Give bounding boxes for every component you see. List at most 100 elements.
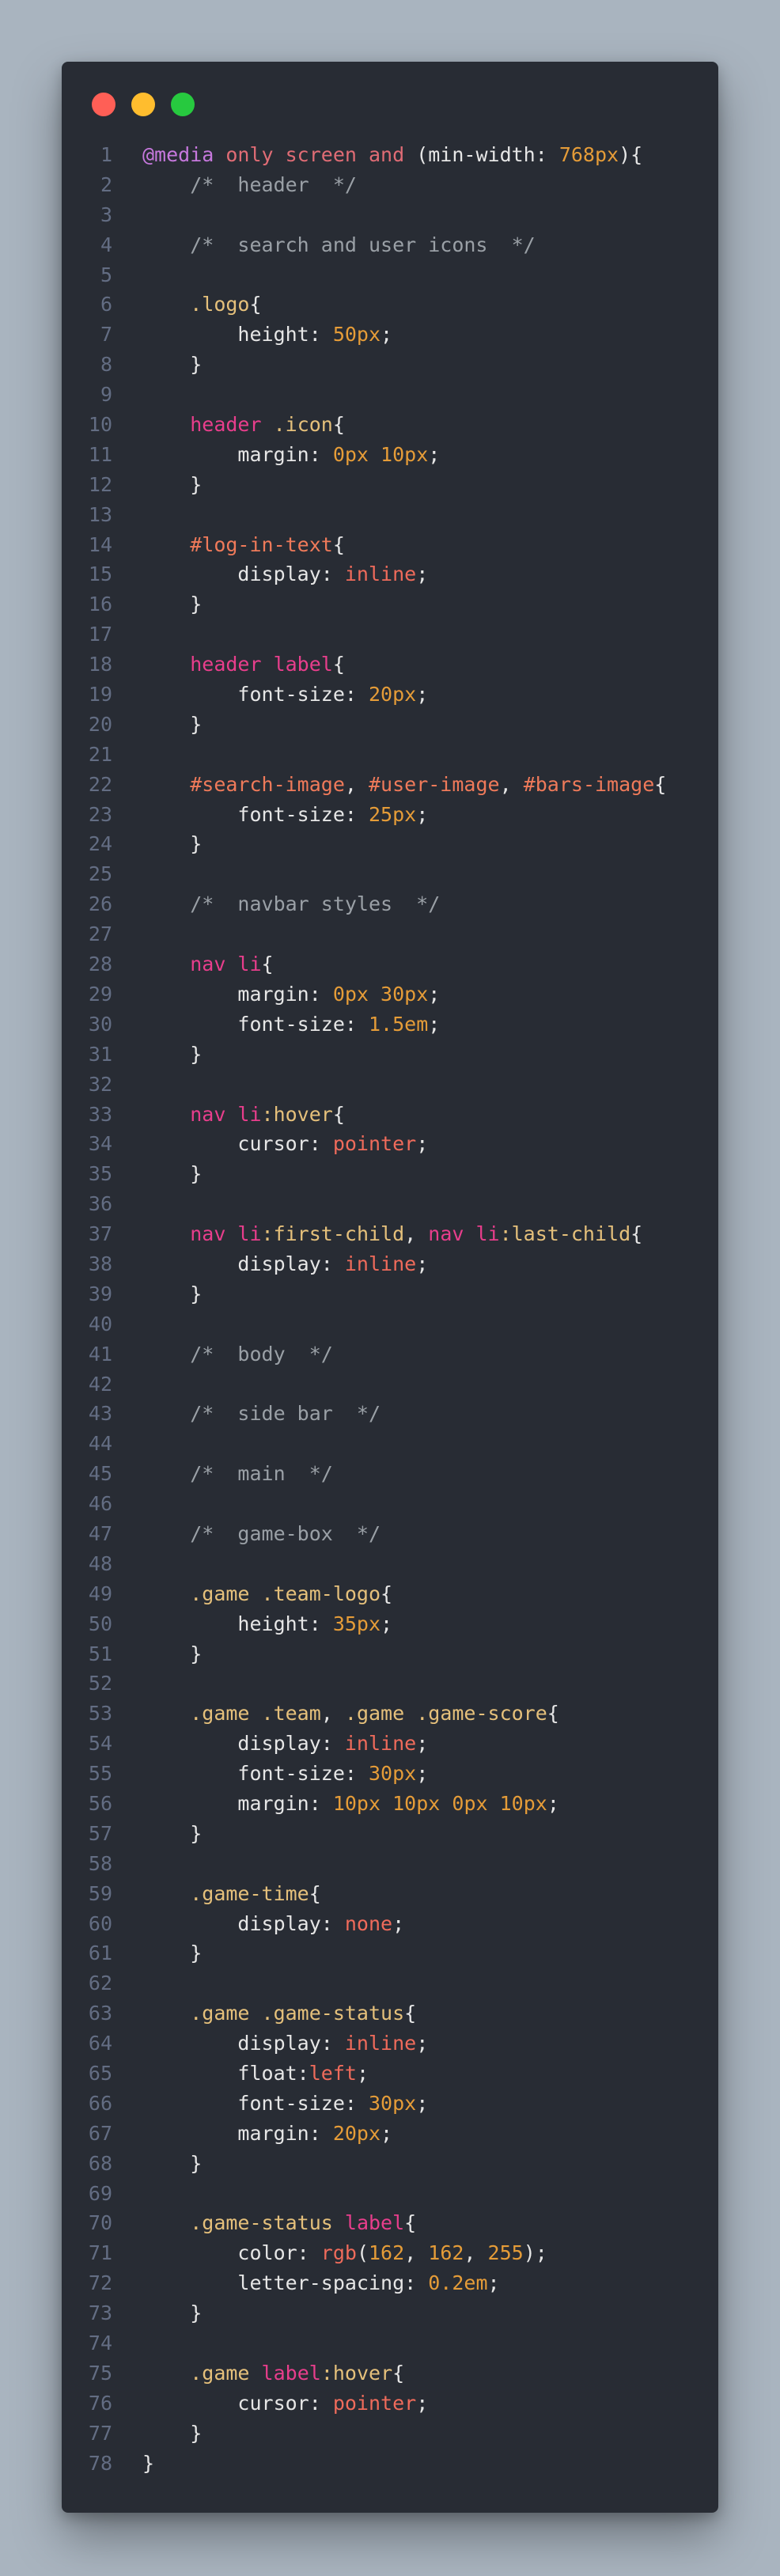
code-token-plain: { xyxy=(332,653,345,676)
line-number: 49 xyxy=(88,1582,112,1605)
code-token-plain: { xyxy=(332,413,345,437)
code-line: 1 @media only screen and (min-width: 768p… xyxy=(62,140,718,170)
line-code: font-size: 25px; xyxy=(142,800,428,830)
code-token-plain: } xyxy=(142,1282,203,1305)
code-line: 42 xyxy=(62,1369,718,1400)
line-number: 36 xyxy=(88,1192,112,1216)
line-code: /* navbar styles */ xyxy=(142,889,440,919)
line-number: 64 xyxy=(88,2032,112,2055)
line-number: 73 xyxy=(88,2301,112,2325)
code-token-plain: ; xyxy=(428,1012,441,1036)
code-line: 38 display: inline; xyxy=(62,1249,718,1279)
code-line: 77 } xyxy=(62,2419,718,2449)
line-number: 46 xyxy=(88,1492,112,1516)
line-code: margin: 20px; xyxy=(142,2119,392,2149)
code-line: 18 header label{ xyxy=(62,650,718,680)
line-code: } xyxy=(142,1639,202,1669)
code-line: 76 cursor: pointer; xyxy=(62,2388,718,2419)
code-line: 37 nav li:first-child, nav li:last-child… xyxy=(62,1219,718,1249)
line-number: 77 xyxy=(88,2421,112,2445)
close-window-button[interactable] xyxy=(92,93,115,116)
line-code: margin: 10px 10px 0px 10px; xyxy=(142,1789,558,1819)
code-token-value: none xyxy=(344,1911,393,1935)
code-token-at: @media xyxy=(142,143,214,166)
code-line: 66 font-size: 30px; xyxy=(62,2089,718,2119)
code-token-plain: ; xyxy=(416,683,429,707)
line-number: 13 xyxy=(88,502,112,526)
code-line: 60 display: none; xyxy=(62,1909,718,1939)
line-code: /* main */ xyxy=(142,1459,333,1489)
line-number: 24 xyxy=(88,832,112,856)
line-number: 69 xyxy=(88,2181,112,2205)
code-token-number: 30px xyxy=(368,2091,417,2115)
line-number: 60 xyxy=(88,1911,112,1935)
code-token-plain: ; xyxy=(428,982,441,1006)
line-code: } xyxy=(142,1159,202,1189)
line-number: 52 xyxy=(88,1672,112,1695)
line-code: height: 50px; xyxy=(142,320,392,350)
line-code: } xyxy=(142,2149,202,2179)
line-code: } xyxy=(142,1938,202,1968)
code-line: 21 xyxy=(62,740,718,770)
line-code: display: inline; xyxy=(142,1249,428,1279)
code-line: 22 #search-image, #user-image, #bars-ima… xyxy=(62,770,718,800)
code-line: 45 /* main */ xyxy=(62,1459,718,1489)
code-token-plain: margin: xyxy=(142,982,333,1006)
line-number: 47 xyxy=(88,1521,112,1545)
line-code: nav li{ xyxy=(142,949,273,979)
line-number: 42 xyxy=(88,1372,112,1396)
code-line: 26 /* navbar styles */ xyxy=(62,889,718,919)
maximize-window-button[interactable] xyxy=(171,93,195,116)
code-token-number: 0px xyxy=(332,982,369,1006)
code-token-plain: { xyxy=(392,2361,405,2385)
code-token-plain: } xyxy=(142,472,203,496)
code-token-plain: ; xyxy=(416,1132,429,1156)
line-code: cursor: pointer; xyxy=(142,2388,428,2419)
line-number: 28 xyxy=(88,953,112,976)
line-number: 71 xyxy=(88,2241,112,2265)
code-token-value: inline xyxy=(344,2032,417,2055)
line-number: 12 xyxy=(88,472,112,496)
minimize-window-button[interactable] xyxy=(131,93,155,116)
line-number: 4 xyxy=(100,233,112,256)
line-code: display: inline; xyxy=(142,559,428,589)
code-token-plain: } xyxy=(142,593,203,616)
code-line: 44 xyxy=(62,1429,718,1459)
code-line: 29 margin: 0px 30px; xyxy=(62,979,718,1010)
code-token-id: #search-image xyxy=(190,772,345,796)
line-code: header .icon{ xyxy=(142,410,345,440)
code-token-comment: /* side bar */ xyxy=(142,1402,381,1426)
line-code: .game .game-status{ xyxy=(142,1998,416,2029)
code-token-number: 35px xyxy=(332,1612,381,1635)
line-code: /* body */ xyxy=(142,1339,333,1369)
code-token-plain: height: xyxy=(142,1612,333,1635)
line-number: 56 xyxy=(88,1791,112,1815)
code-token-tag: header xyxy=(190,413,262,437)
line-number: 17 xyxy=(88,623,112,646)
line-number: 35 xyxy=(88,1162,112,1186)
line-number: 45 xyxy=(88,1462,112,1486)
code-token-number: 0.2em xyxy=(428,2271,488,2295)
code-line: 41 /* body */ xyxy=(62,1339,718,1369)
code-line: 31 } xyxy=(62,1040,718,1070)
line-number: 22 xyxy=(88,772,112,796)
code-line: 5 xyxy=(62,260,718,290)
code-token-value: pointer xyxy=(332,2391,417,2415)
code-token-plain: } xyxy=(142,1042,203,1066)
code-token-plain: } xyxy=(142,1941,203,1965)
code-token-plain: ; xyxy=(416,2032,429,2055)
line-number: 66 xyxy=(88,2091,112,2115)
code-token-plain: font-size: xyxy=(142,683,369,707)
line-number: 62 xyxy=(88,1972,112,1995)
line-number: 27 xyxy=(88,922,112,946)
code-token-plain: margin: xyxy=(142,1791,333,1815)
line-number: 6 xyxy=(100,293,112,316)
code-token-plain: ; xyxy=(416,563,429,586)
code-token-tag: nav li xyxy=(190,1222,262,1246)
line-code: } xyxy=(142,2449,154,2479)
line-number: 51 xyxy=(88,1642,112,1665)
